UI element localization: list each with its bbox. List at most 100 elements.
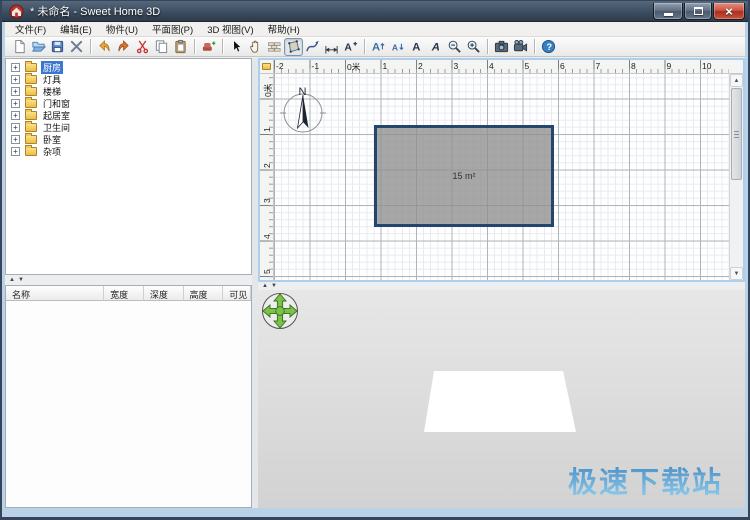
create-walls-button[interactable] <box>265 38 284 56</box>
toolbar-separator <box>534 39 535 54</box>
scroll-down-button[interactable]: ▼ <box>730 267 743 280</box>
menu-item-edit[interactable]: 编辑(E) <box>53 21 99 37</box>
collapse-up-icon[interactable]: ▲ <box>9 276 15 284</box>
expand-toggle-icon[interactable]: + <box>11 135 20 144</box>
expand-toggle-icon[interactable]: + <box>11 123 20 132</box>
expand-toggle-icon[interactable]: + <box>11 99 20 108</box>
increase-text-size-button[interactable]: A <box>369 38 388 56</box>
collapse-down-icon[interactable]: ▼ <box>18 276 24 284</box>
tree-category-row[interactable]: +灯具 <box>6 73 251 85</box>
help-button[interactable]: ? <box>539 38 558 56</box>
italic-icon: A <box>428 39 443 54</box>
create-rooms-button[interactable] <box>284 38 303 56</box>
tree-category-row[interactable]: +卫生间 <box>6 121 251 133</box>
redo-icon <box>116 39 131 54</box>
expand-toggle-icon[interactable]: + <box>11 111 20 120</box>
menu-item-help[interactable]: 帮助(H) <box>261 21 307 37</box>
v-ruler-label: 2 <box>262 163 272 168</box>
menu-item-file[interactable]: 文件(F) <box>8 21 53 37</box>
pan-button[interactable] <box>246 38 265 56</box>
create-photo-button[interactable] <box>492 38 511 56</box>
preferences-button[interactable] <box>67 38 86 56</box>
expand-toggle-icon[interactable]: + <box>11 63 20 72</box>
3d-navigation-control[interactable] <box>260 291 300 331</box>
svg-text:A: A <box>344 42 352 53</box>
view-3d[interactable]: 极速下载站 <box>258 290 745 508</box>
v-ruler-label: 5 <box>262 269 272 274</box>
bold-button[interactable]: A <box>407 38 426 56</box>
new-document-button[interactable] <box>10 38 29 56</box>
zoom-in-button[interactable] <box>464 38 483 56</box>
expand-toggle-icon[interactable]: + <box>11 147 20 156</box>
create-polylines-button[interactable] <box>303 38 322 56</box>
expand-toggle-icon[interactable]: + <box>11 87 20 96</box>
svg-text:A: A <box>392 42 398 52</box>
redo-button[interactable] <box>114 38 133 56</box>
column-header-depth[interactable]: 深度 <box>144 286 184 301</box>
cut-button[interactable] <box>133 38 152 56</box>
toolbar: AAAAA? <box>5 37 745 57</box>
column-header-height[interactable]: 高度 <box>184 286 224 301</box>
italic-button[interactable]: A <box>426 38 445 56</box>
open-button[interactable] <box>29 38 48 56</box>
scrollbar-thumb[interactable] <box>731 88 742 180</box>
scroll-up-button[interactable]: ▲ <box>730 74 743 87</box>
tree-category-row[interactable]: +起居室 <box>6 109 251 121</box>
minimize-button[interactable] <box>653 3 683 20</box>
create-video-button[interactable] <box>511 38 530 56</box>
plan-canvas[interactable]: N 15 m² <box>274 74 729 280</box>
compass-icon[interactable]: N <box>276 82 332 136</box>
tree-category-row[interactable]: +门和窗 <box>6 97 251 109</box>
zoom-out-button[interactable] <box>445 38 464 56</box>
column-header-width[interactable]: 宽度 <box>104 286 144 301</box>
catalog-table-splitter[interactable]: ▲ ▼ <box>5 275 252 285</box>
plan-vertical-scrollbar[interactable]: ▲ ▼ <box>729 74 743 280</box>
plan-3d-splitter[interactable]: ▲ ▼ <box>258 282 745 290</box>
pan-icon <box>248 39 263 54</box>
watermark: 极速下载站 <box>568 459 723 501</box>
add-texts-button[interactable]: A <box>341 38 360 56</box>
menu-item-view3d[interactable]: 3D 视图(V) <box>200 21 260 37</box>
h-ruler-label: 9 <box>667 61 672 71</box>
maximize-button[interactable] <box>684 3 712 20</box>
collapse-down-icon[interactable]: ▼ <box>271 282 277 290</box>
menu-item-plan[interactable]: 平面图(P) <box>145 21 200 37</box>
tree-category-row[interactable]: +杂项 <box>6 145 251 157</box>
svg-text:A: A <box>372 42 380 54</box>
room[interactable]: 15 m² <box>374 125 554 227</box>
tree-category-row[interactable]: +卧室 <box>6 133 251 145</box>
tree-category-row[interactable]: +厨房 <box>6 61 251 73</box>
expand-toggle-icon[interactable]: + <box>11 75 20 84</box>
title-bar[interactable]: * 未命名 - Sweet Home 3D × <box>2 1 748 22</box>
h-ruler-label: -2 <box>276 61 284 71</box>
window-title: * 未命名 - Sweet Home 3D <box>30 3 160 19</box>
vertical-ruler: 0米12345 <box>260 74 274 280</box>
menu-item-furniture[interactable]: 物件(U) <box>99 21 145 37</box>
decrease-text-size-button[interactable]: A <box>388 38 407 56</box>
folder-icon <box>25 75 37 84</box>
v-ruler-label: 4 <box>262 234 272 239</box>
folder-icon <box>25 99 37 108</box>
svg-text:?: ? <box>546 42 552 52</box>
plan-view: -2-10米12345678910 0米12345 N 15 m² ▲ ▼ <box>258 58 745 282</box>
zoom-out-icon <box>447 39 462 54</box>
h-ruler-label: 1 <box>383 61 388 71</box>
copy-button[interactable] <box>152 38 171 56</box>
add-furniture-button[interactable] <box>199 38 218 56</box>
ruler-corner-right <box>729 60 743 74</box>
svg-text:A: A <box>412 42 420 54</box>
close-button[interactable]: × <box>713 3 745 20</box>
save-button[interactable] <box>48 38 67 56</box>
select-button[interactable] <box>227 38 246 56</box>
room-area-label: 15 m² <box>452 171 475 181</box>
collapse-up-icon[interactable]: ▲ <box>262 282 268 290</box>
create-dimensions-button[interactable] <box>322 38 341 56</box>
tree-category-row[interactable]: +楼梯 <box>6 85 251 97</box>
column-header-visible[interactable]: 可见 <box>223 286 251 301</box>
h-ruler-label: 5 <box>525 61 530 71</box>
copy-icon <box>154 39 169 54</box>
column-header-name[interactable]: 名称 <box>6 286 104 301</box>
undo-button[interactable] <box>95 38 114 56</box>
v-ruler-label: 1 <box>262 127 272 132</box>
paste-button[interactable] <box>171 38 190 56</box>
